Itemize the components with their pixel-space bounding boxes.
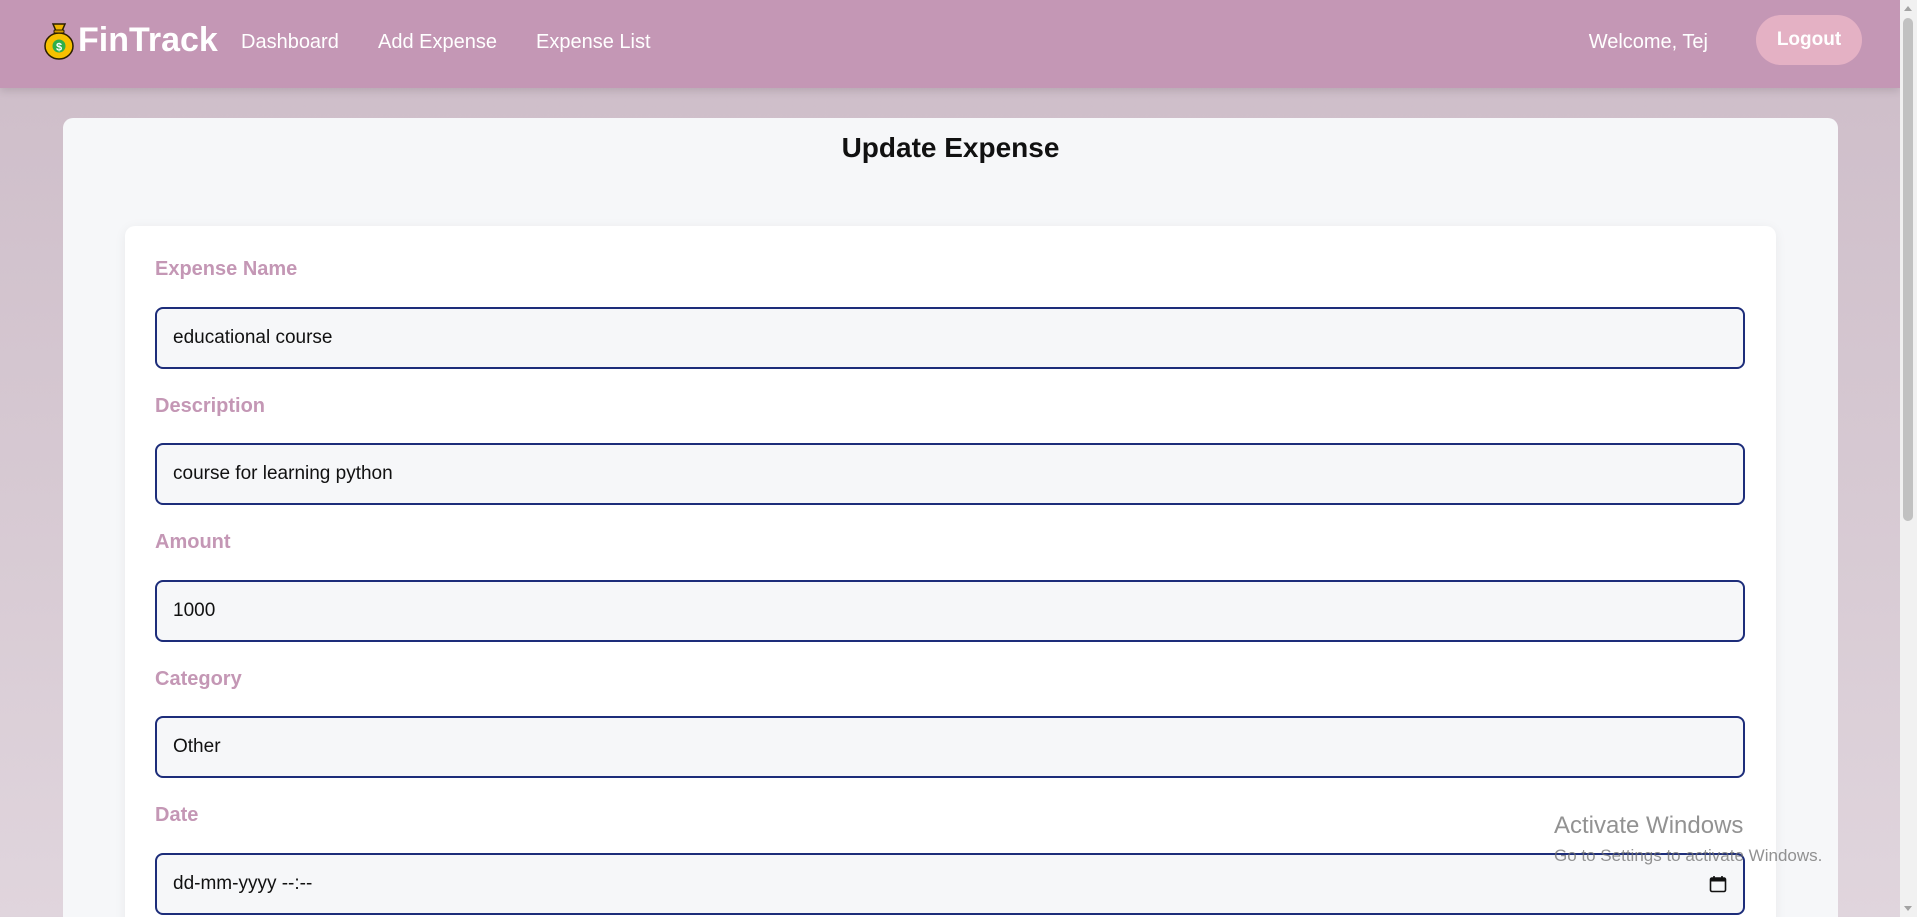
page-title: Update Expense: [841, 132, 1060, 163]
brand-logo[interactable]: $ FinTrack: [42, 20, 218, 60]
watermark-title: Activate Windows: [1554, 812, 1744, 839]
vertical-scrollbar[interactable]: [1900, 0, 1917, 917]
date-label: Date: [155, 804, 199, 826]
amount-value: 1000: [173, 600, 216, 621]
date-input[interactable]: dd-mm-yyyy --:--: [155, 853, 1745, 915]
money-bag-icon: $: [44, 23, 74, 60]
nav-link-add-expense[interactable]: Add Expense: [378, 31, 497, 54]
watermark-subtitle: Go to Settings to activate Windows.: [1554, 846, 1823, 865]
category-label: Category: [155, 668, 242, 690]
description-input[interactable]: course for learning python: [155, 443, 1745, 505]
logout-button[interactable]: Logout: [1756, 15, 1862, 65]
expense-name-input[interactable]: educational course: [155, 307, 1745, 369]
expense-form: Expense Name educational course Descript…: [125, 226, 1776, 917]
category-value: Other: [173, 736, 221, 757]
amount-label: Amount: [155, 531, 231, 553]
date-value: dd-mm-yyyy --:--: [173, 873, 313, 894]
expense-name-label: Expense Name: [155, 258, 298, 280]
category-input[interactable]: Other: [155, 716, 1745, 778]
scrollbar-thumb[interactable]: [1903, 18, 1913, 521]
nav-link-dashboard[interactable]: Dashboard: [241, 31, 339, 54]
activate-windows-watermark: Activate Windows Go to Settings to activ…: [1554, 812, 1822, 866]
expense-name-value: educational course: [173, 327, 333, 348]
top-navbar: $ FinTrack Dashboard Add Expense Expense…: [0, 0, 1900, 88]
scroll-up-icon[interactable]: [1904, 6, 1912, 11]
calendar-icon[interactable]: [1709, 875, 1727, 893]
update-expense-panel: Update Expense Expense Name educational …: [63, 118, 1838, 917]
description-value: course for learning python: [173, 463, 393, 484]
welcome-text: Welcome, Tej: [1588, 31, 1708, 53]
svg-text:$: $: [56, 42, 62, 54]
scroll-down-icon[interactable]: [1904, 906, 1912, 911]
amount-input[interactable]: 1000: [155, 580, 1745, 642]
nav-link-expense-list[interactable]: Expense List: [536, 31, 651, 54]
description-label: Description: [155, 395, 266, 417]
brand-name: FinTrack: [78, 20, 218, 59]
